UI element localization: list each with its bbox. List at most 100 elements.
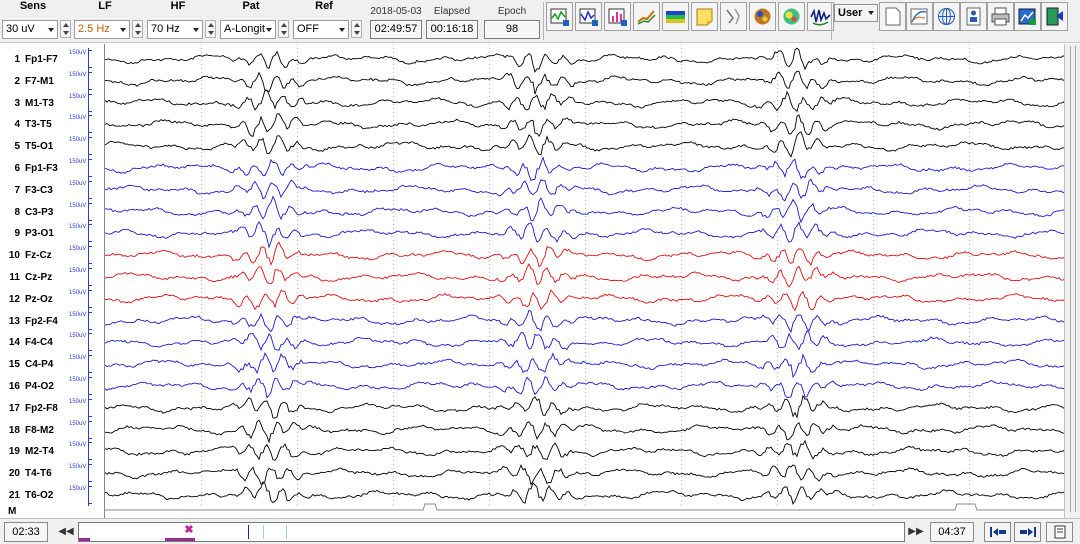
channel-number: 9: [14, 228, 20, 240]
channel-scale: 150uV: [69, 246, 87, 253]
channel-number: 12: [8, 293, 20, 305]
scale-bar-icon: [88, 484, 93, 506]
page-view-icon: [1054, 525, 1065, 539]
timeline-event-marker[interactable]: [286, 525, 287, 539]
lf-spinner[interactable]: [132, 20, 143, 38]
blank-page-icon: [885, 7, 901, 26]
print-button[interactable]: [987, 2, 1014, 31]
color-map-button[interactable]: [662, 2, 689, 31]
lf-label: LF: [98, 0, 112, 12]
hf-spinner[interactable]: [205, 20, 216, 38]
chevron-down-icon: [339, 28, 345, 32]
patient-button[interactable]: [960, 2, 987, 31]
channel-row[interactable]: 12 Pz-Oz 150uV: [0, 287, 104, 310]
channel-row[interactable]: 15 C4-P4 150uV: [0, 353, 104, 376]
lf-value: 2.5 Hz: [78, 23, 110, 35]
eeg-trace-area[interactable]: [104, 44, 1066, 518]
timeline-slider[interactable]: ✖: [78, 522, 905, 542]
spectrum-button[interactable]: [575, 2, 602, 31]
bar-chart-button[interactable]: [604, 2, 631, 31]
page-forward-button[interactable]: [1014, 522, 1041, 542]
color-map-icon: [666, 11, 685, 23]
channel-row[interactable]: 5 T5-O1 150uV: [0, 135, 104, 158]
page-view-button[interactable]: [1046, 522, 1073, 542]
channel-row[interactable]: 21 T6-O2 150uV: [0, 484, 104, 506]
page-back-button[interactable]: [984, 522, 1011, 542]
x-marker-icon[interactable]: ✖: [183, 524, 195, 536]
scrollbar-thumb[interactable]: [1070, 46, 1076, 512]
channel-row[interactable]: 17 Fp2-F8 150uV: [0, 396, 104, 419]
channel-number: 6: [14, 163, 20, 174]
channel-row[interactable]: 6 Fp1-F3 150uV: [0, 157, 104, 179]
eeg-trace: [104, 262, 1066, 288]
channel-number: 2: [14, 75, 20, 87]
sens-spinner[interactable]: [60, 20, 71, 38]
note-icon: [696, 8, 713, 26]
hf-select[interactable]: 70 Hz: [147, 20, 203, 39]
epoch-value: 98: [484, 20, 540, 39]
elapsed-label: Elapsed: [433, 6, 471, 17]
channel-row[interactable]: 11 Cz-Pz 150uV: [0, 266, 104, 288]
pat-spinner[interactable]: [278, 20, 289, 38]
channel-scale: 150uV: [69, 268, 87, 274]
channel-row[interactable]: 14 F4-C4 150uV: [0, 331, 104, 354]
head-map-button[interactable]: [749, 2, 776, 31]
wave-detect-button[interactable]: [807, 2, 834, 31]
timeline-event-marker[interactable]: [263, 525, 264, 539]
channel-row[interactable]: 8 C3-P3 150uV: [0, 200, 104, 223]
user-select[interactable]: User: [834, 4, 878, 22]
channel-row[interactable]: 18 F8-M2 150uV: [0, 418, 104, 441]
channel-row[interactable]: 2 F7-M1 150uV: [0, 69, 104, 92]
channel-name: Pz-Oz: [25, 293, 53, 305]
channel-row[interactable]: 3 M1-T3 150uV: [0, 91, 104, 114]
vertical-scrollbar[interactable]: [1064, 44, 1080, 518]
sens-select[interactable]: 30 uV: [2, 20, 58, 39]
channel-name: Fp2-F8: [25, 402, 58, 414]
channel-row[interactable]: 20 T4-T6 150uV: [0, 462, 104, 485]
channel-row[interactable]: 1 Fp1-F7 150uV: [0, 48, 104, 70]
fast-forward-button[interactable]: ▶▶: [908, 523, 924, 541]
channel-row[interactable]: 10 Fz-Cz 150uV: [0, 244, 104, 267]
curve-button[interactable]: [906, 2, 933, 31]
exit-button[interactable]: [1041, 2, 1068, 31]
chevron-down-icon: [266, 28, 272, 32]
end-time: 04:37: [930, 522, 974, 542]
channel-name: Fz-Cz: [25, 250, 52, 262]
ref-select[interactable]: OFF: [293, 20, 349, 39]
channel-name: Fp2-F4: [25, 315, 58, 327]
sphere-grid-button[interactable]: [933, 2, 960, 31]
montage-button[interactable]: [546, 2, 573, 31]
eeg-trace: [105, 419, 1066, 444]
toolbar-separator: [543, 2, 544, 40]
channel-name: T6-O2: [25, 490, 54, 501]
pat-select[interactable]: A-Longit: [220, 20, 276, 39]
bar-chart-icon: [608, 8, 627, 26]
timeline-event-marker[interactable]: [248, 525, 249, 539]
channel-scale: 150uV: [69, 333, 87, 340]
channel-number: 20: [8, 468, 20, 480]
channel-scale: 150uV: [69, 115, 87, 122]
lf-select[interactable]: 2.5 Hz: [74, 20, 130, 39]
channel-row[interactable]: 16 P4-O2 150uV: [0, 375, 104, 397]
channel-row[interactable]: 7 F3-C3 150uV: [0, 178, 104, 201]
blank-page-button[interactable]: [879, 2, 906, 31]
annotation-button[interactable]: [720, 2, 747, 31]
export-button[interactable]: [1014, 2, 1041, 31]
channel-scale: 150uV: [69, 377, 87, 383]
scale-bar-icon: [88, 157, 93, 179]
sens-value: 30 uV: [6, 23, 35, 35]
topography-icon: [783, 8, 800, 25]
ref-spinner[interactable]: [351, 20, 362, 38]
trend-button[interactable]: [633, 2, 660, 31]
rewind-button[interactable]: ◀◀: [58, 523, 74, 541]
scale-bar-icon: [88, 440, 93, 463]
scale-bar-icon: [88, 418, 93, 441]
eeg-waveforms: [104, 44, 1066, 511]
eeg-trace: [104, 464, 1066, 486]
topography-button[interactable]: [778, 2, 805, 31]
channel-row[interactable]: 13 Fp2-F4 150uV: [0, 309, 104, 332]
channel-row[interactable]: 19 M2-T4 150uV: [0, 440, 104, 463]
channel-row[interactable]: 9 P3-O1 150uV: [0, 222, 104, 245]
channel-row[interactable]: 4 T3-T5 150uV: [0, 113, 104, 136]
note-button[interactable]: [691, 2, 718, 31]
